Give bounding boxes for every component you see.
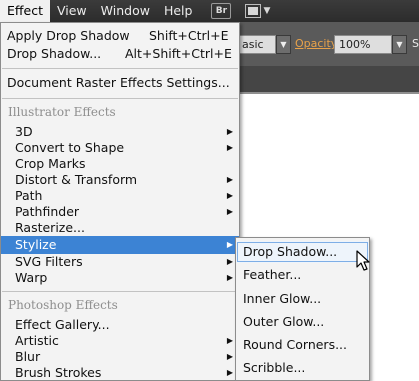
submenu-arrow-icon: ▶ [226,368,233,377]
menu-item-apply-drop-shadow[interactable]: Apply Drop Shadow Shift+Ctrl+E [1,27,239,45]
submenu-item-scribble[interactable]: Scribble... [236,357,369,379]
menu-item-label: Document Raster Effects Settings... [7,75,230,90]
menu-item-label: Brush Strokes [15,365,102,380]
menu-item-label: Warp [15,270,48,285]
opacity-dropdown-arrow-icon[interactable]: ▼ [392,35,407,54]
menu-item-warp[interactable]: Warp ▶ [1,269,239,287]
style-dropdown-arrow-icon[interactable]: ▼ [276,35,291,54]
menu-effect[interactable]: Effect [0,0,50,22]
bridge-button[interactable]: Br [211,3,232,19]
chevron-down-icon: ▼ [263,6,271,16]
menu-item-brush-strokes[interactable]: Brush Strokes ▶ [1,364,239,381]
submenu-item-inner-glow[interactable]: Inner Glow... [236,288,369,310]
menu-bar: Effect View Window Help Br ▼ [0,0,419,22]
menu-item-label: Rasterize... [15,220,85,235]
submenu-item-drop-shadow[interactable]: Drop Shadow... [236,241,369,263]
submenu-arrow-icon: ▶ [226,240,233,249]
section-header-illustrator-effects: Illustrator Effects [8,105,116,119]
menu-separator [2,98,238,99]
shortcut-label: Shift+Ctrl+E [149,28,229,43]
opacity-input[interactable]: 100% [334,35,392,54]
menu-window[interactable]: Window [94,0,157,22]
graphic-style-field[interactable]: asic [238,35,276,54]
stylize-submenu: Drop Shadow... Feather... Inner Glow... … [235,237,370,381]
submenu-item-feather[interactable]: Feather... [236,264,369,286]
menu-view[interactable]: View [50,0,94,22]
trailing-label: S [412,37,419,50]
menu-separator [2,291,238,292]
submenu-item-outer-glow[interactable]: Outer Glow... [236,311,369,333]
menu-separator [2,68,238,69]
menu-item-document-raster-settings[interactable]: Document Raster Effects Settings... [1,74,239,92]
menu-item-label: Stylize [15,237,57,252]
menu-item-drop-shadow[interactable]: Drop Shadow... Alt+Shift+Ctrl+E [1,45,239,63]
effect-menu: Apply Drop Shadow Shift+Ctrl+E Drop Shad… [0,22,240,381]
menu-item-label: Apply Drop Shadow [7,28,130,43]
submenu-arrow-icon: ▶ [226,273,233,282]
menu-item-label: Drop Shadow... [7,46,102,61]
shortcut-label: Alt+Shift+Ctrl+E [125,46,232,61]
workspace-switcher-button[interactable]: ▼ [245,4,270,18]
workspace-layout-icon [245,4,262,18]
section-header-photoshop-effects: Photoshop Effects [8,298,118,312]
mouse-pointer-icon [356,250,370,271]
menu-help[interactable]: Help [157,0,200,22]
menu-item-rasterize[interactable]: Rasterize... [1,219,239,237]
menu-item-stylize[interactable]: Stylize ▶ [1,236,239,254]
submenu-item-round-corners[interactable]: Round Corners... [236,334,369,356]
